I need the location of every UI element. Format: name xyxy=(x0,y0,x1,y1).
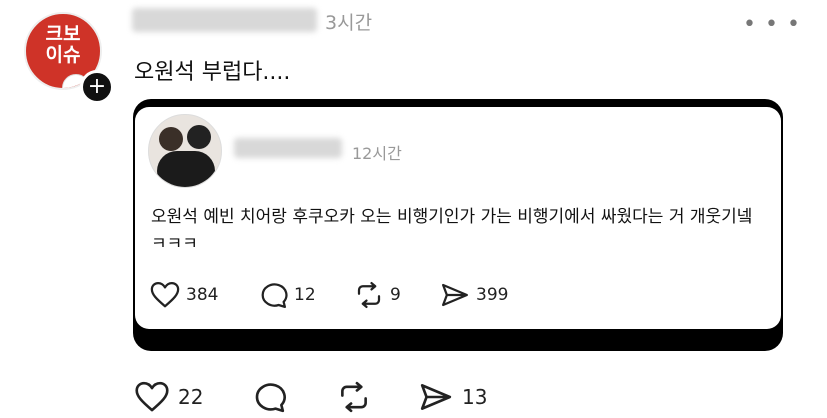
more-icon[interactable]: • • • xyxy=(743,12,801,37)
quoted-reply-button[interactable]: 12 xyxy=(258,281,316,309)
quoted-post-text: 오원석 예빈 치어랑 후쿠오카 오는 비행기인가 가는 비행기에서 싸웠다는 거… xyxy=(151,207,753,254)
repost-count: 9 xyxy=(390,285,401,305)
quoted-like-button[interactable]: 384 xyxy=(150,281,218,309)
repost-button[interactable] xyxy=(336,381,372,413)
reply-button[interactable] xyxy=(251,381,287,413)
heart-icon xyxy=(134,381,170,413)
comment-icon xyxy=(258,281,288,309)
repost-icon xyxy=(336,381,372,413)
avatar-label: 크보 이슈 xyxy=(45,23,81,66)
quoted-author-avatar[interactable] xyxy=(148,114,222,188)
share-count: 13 xyxy=(462,385,488,409)
quoted-repost-button[interactable]: 9 xyxy=(354,281,401,309)
like-count: 22 xyxy=(178,385,204,409)
post-time: 3시간 xyxy=(325,12,373,34)
post-text: 오원석 부럽다.... xyxy=(134,60,291,85)
author-name-redacted[interactable] xyxy=(132,8,317,32)
share-icon xyxy=(440,281,470,309)
follow-plus-icon[interactable]: + xyxy=(80,70,114,104)
share-icon xyxy=(418,381,454,413)
repost-icon xyxy=(354,281,384,309)
reply-count: 12 xyxy=(294,285,316,305)
like-count: 384 xyxy=(186,285,219,305)
quoted-post-time: 12시간 xyxy=(352,144,402,163)
heart-icon xyxy=(150,281,180,309)
like-button[interactable]: 22 xyxy=(134,381,203,413)
quoted-author-name-redacted[interactable] xyxy=(234,138,342,158)
share-button[interactable]: 13 xyxy=(418,381,487,413)
comment-icon xyxy=(251,381,287,413)
share-count: 399 xyxy=(476,285,509,305)
quoted-share-button[interactable]: 399 xyxy=(440,281,508,309)
